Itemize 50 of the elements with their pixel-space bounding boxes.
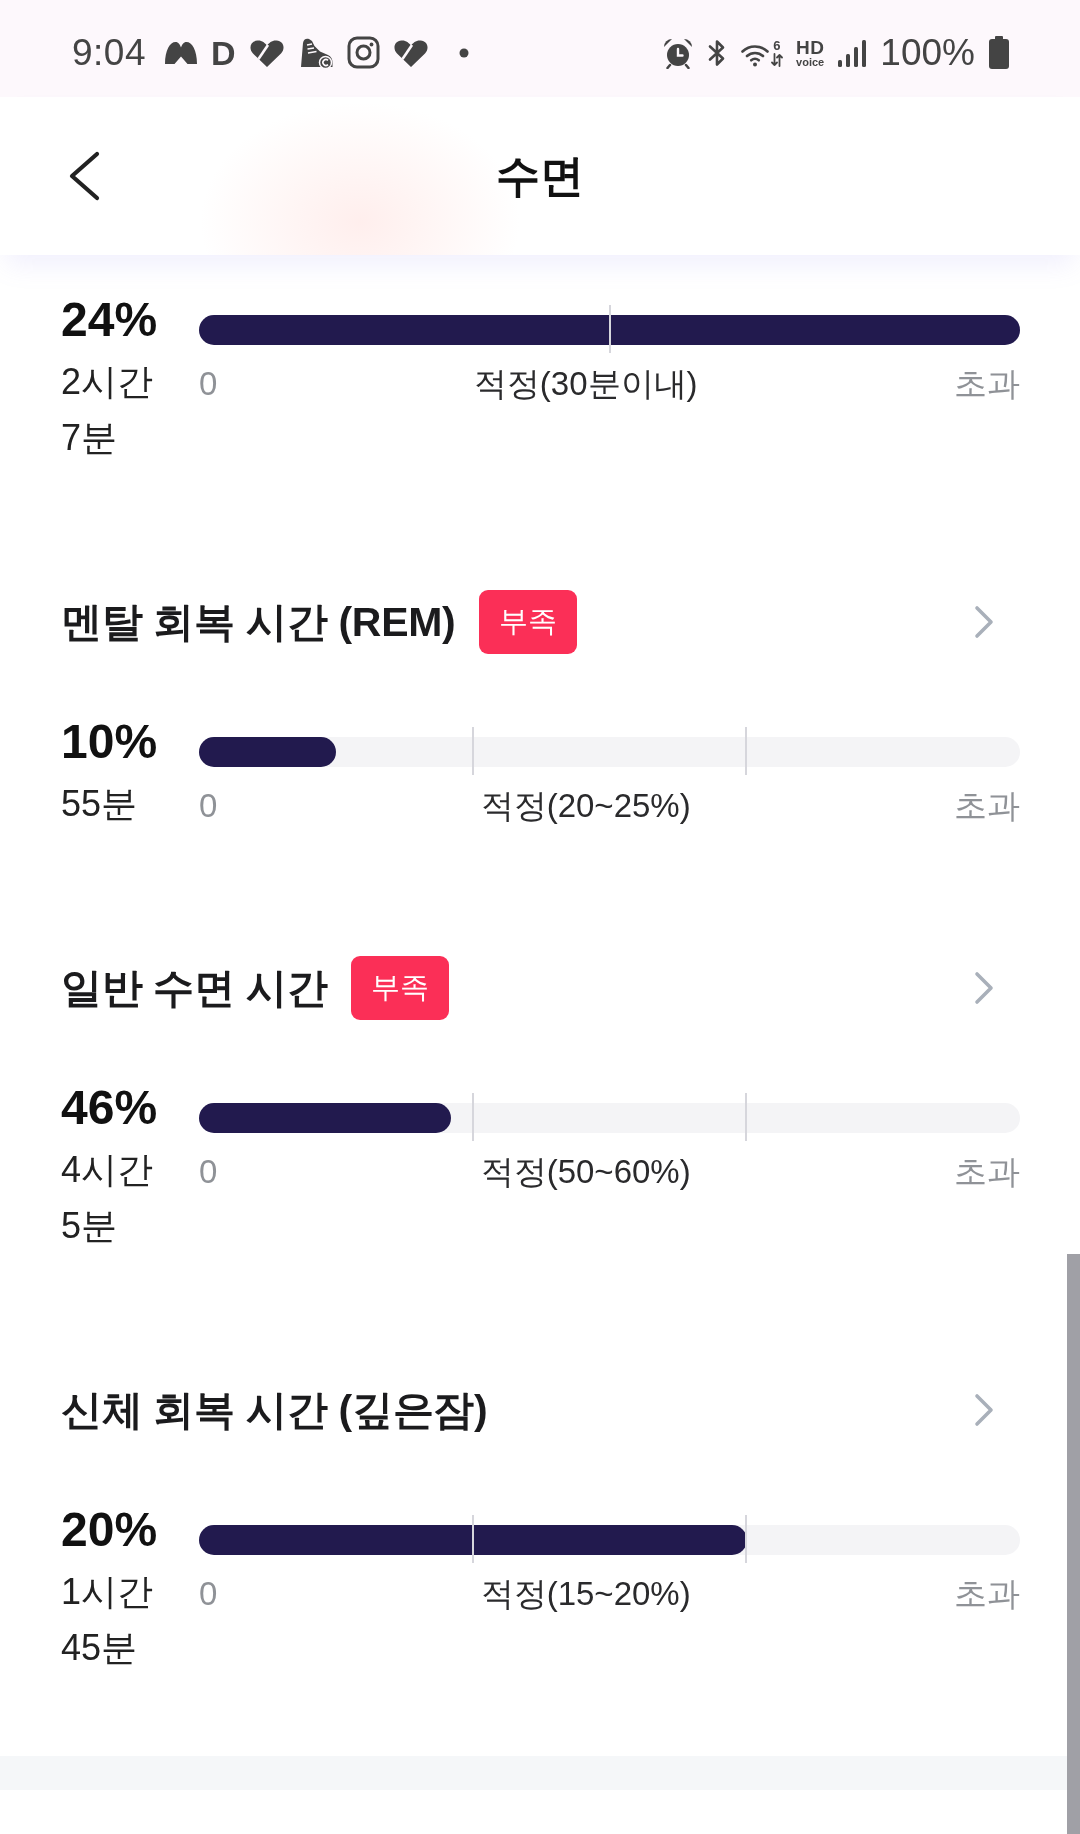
- mask-icon: [164, 40, 198, 65]
- scale-start-label: 0: [199, 1152, 218, 1192]
- target-range-marker: [471, 1093, 474, 1141]
- alarm-icon: [661, 36, 694, 69]
- target-range-marker: [608, 305, 611, 353]
- wifi-standard-label: 6: [773, 38, 781, 52]
- signal-icon: [837, 37, 868, 68]
- sleep-percentage: 10%: [61, 716, 159, 768]
- scale-end-label: 초과: [954, 1574, 1020, 1614]
- status-badge: 부족: [479, 590, 578, 654]
- target-range-marker: [471, 727, 474, 775]
- battery-icon: [988, 35, 1010, 70]
- page-title: 수면: [496, 149, 584, 202]
- target-range-label: 적정(30분이내): [473, 364, 698, 404]
- target-range-label: 적정(20~25%): [480, 786, 691, 826]
- target-range-label: 적정(15~20%): [480, 1574, 691, 1614]
- heart-icon: [248, 37, 285, 68]
- target-range-marker: [745, 1515, 748, 1563]
- target-range-marker: [745, 727, 748, 775]
- target-range-label: 적정(50~60%): [480, 1152, 691, 1192]
- sleep-percentage: 46%: [61, 1082, 159, 1134]
- clock-time: 9:04: [72, 31, 146, 74]
- chevron-right-icon[interactable]: [973, 971, 995, 1005]
- section-title: 멘탈 회복 시간 (REM): [61, 597, 456, 647]
- data-arrows-icon: [770, 52, 783, 67]
- hd-voice-label: HD voice: [795, 37, 825, 68]
- target-range-marker: [471, 1515, 474, 1563]
- sleep-percentage: 20%: [61, 1504, 159, 1556]
- status-badge: 부족: [351, 956, 450, 1020]
- sleep-duration: 55분: [61, 782, 139, 826]
- scale-start-label: 0: [199, 1574, 218, 1614]
- target-range-marker: [745, 1093, 748, 1141]
- section-title: 신체 회복 시간 (깊은잠): [61, 1385, 488, 1435]
- sleep-duration: 2시간 7분: [61, 360, 155, 460]
- battery-percentage: 100%: [880, 31, 975, 74]
- app-letter-icon: D: [211, 35, 236, 70]
- chevron-right-icon[interactable]: [973, 1393, 995, 1427]
- scale-start-label: 0: [199, 786, 218, 826]
- sleep-duration: 1시간 45분: [61, 1570, 155, 1670]
- sleep-percentage: 24%: [61, 294, 159, 346]
- camera-icon: [346, 36, 380, 69]
- scale-start-label: 0: [199, 364, 218, 404]
- scale-end-label: 초과: [954, 1152, 1020, 1192]
- heart-icon: [392, 37, 429, 68]
- sleep-duration: 4시간 5분: [61, 1148, 155, 1248]
- dot-icon: [458, 47, 469, 58]
- scale-end-label: 초과: [954, 364, 1020, 404]
- scale-end-label: 초과: [954, 786, 1020, 826]
- section-title: 일반 수면 시간: [61, 963, 328, 1013]
- chevron-right-icon[interactable]: [973, 605, 995, 639]
